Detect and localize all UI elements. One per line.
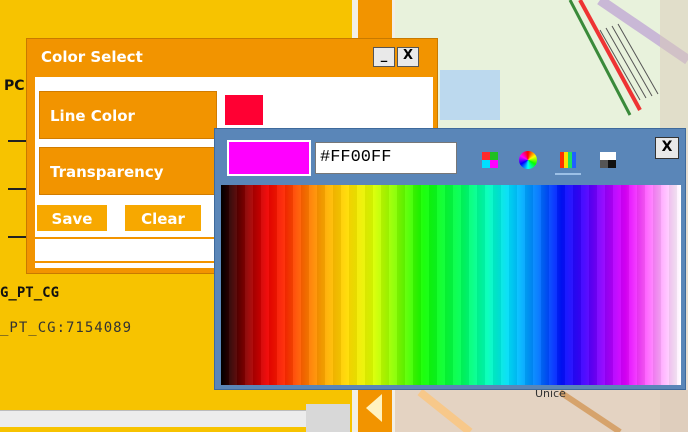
feature-id-text: _PT_CG:7154089 [0, 320, 133, 336]
save-button[interactable]: Save [35, 203, 109, 233]
color-preview-swatch [227, 140, 311, 176]
divider [8, 188, 26, 190]
color-wheel-icon[interactable] [519, 151, 537, 169]
dialog-title: Color Select [41, 48, 143, 66]
minimize-button[interactable]: _ [373, 47, 395, 67]
clear-button[interactable]: Clear [123, 203, 203, 233]
transparency-label: Transparency [39, 147, 217, 195]
layer-name-text: G_PT_CG [0, 285, 60, 301]
line-color-swatch[interactable] [225, 95, 263, 125]
close-button[interactable]: X [397, 47, 419, 67]
divider [8, 236, 26, 238]
picker-close-button[interactable]: X [655, 137, 679, 159]
collapse-arrow-icon[interactable] [366, 394, 382, 422]
line-color-label: Line Color [39, 91, 217, 139]
scrollbar-corner [306, 404, 350, 432]
horizontal-scrollbar[interactable] [0, 410, 306, 427]
spectrum-bands [221, 185, 681, 385]
spectrum-icon[interactable] [559, 151, 577, 169]
divider [8, 140, 26, 142]
hex-color-input[interactable]: #FF00FF [315, 142, 457, 174]
grayscale-icon[interactable] [599, 151, 617, 169]
active-tool-indicator [555, 173, 581, 175]
swatches-icon[interactable] [481, 151, 499, 169]
color-spectrum-area[interactable] [221, 185, 681, 385]
sidebar-fragment-text: PC [4, 78, 25, 94]
color-picker-popup: #FF00FF X [214, 128, 686, 390]
